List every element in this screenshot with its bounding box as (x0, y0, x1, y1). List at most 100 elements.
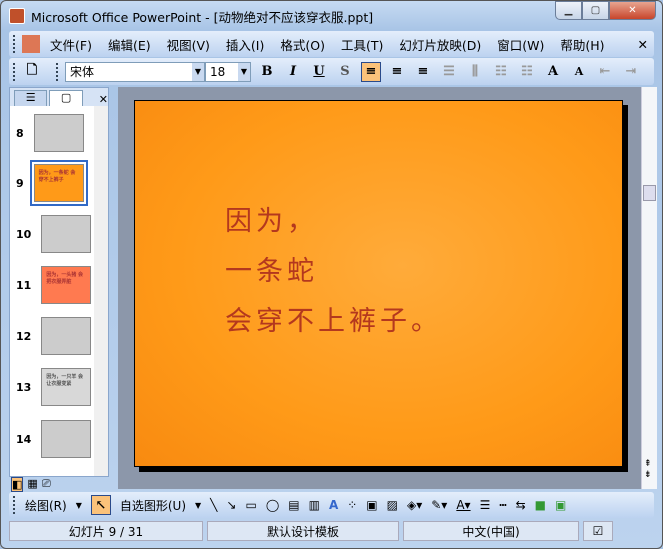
sorter-view-icon[interactable]: ▦ (27, 477, 37, 492)
pane-scrollbar[interactable] (94, 106, 108, 476)
tab-outline[interactable]: ☰ (14, 90, 48, 106)
vertical-textbox-icon[interactable]: ▥ (309, 498, 320, 512)
menu-edit[interactable]: 编辑(E) (108, 35, 151, 54)
slide-thumbnail[interactable]: 13 因为，一只羊 会让衣服变紧 (16, 368, 92, 406)
bullets-icon[interactable]: ☷ (517, 62, 537, 82)
menu-window[interactable]: 窗口(W) (497, 35, 544, 54)
slide-thumb-text: 因为，一只羊 会让衣服变紧 (41, 368, 92, 406)
slide-thumbnail[interactable]: 11 因为，一头猪 会把衣服弄脏 (16, 266, 92, 304)
slide-thumbnail[interactable]: 8 (16, 114, 84, 152)
line-icon[interactable]: ╲ (210, 498, 217, 512)
shadow-icon[interactable]: S (335, 62, 355, 82)
draw-menu[interactable]: 绘图(R) (25, 497, 67, 514)
dash-style-icon[interactable]: ┅ (499, 498, 506, 512)
slide-thumb-text: 因为，一条蛇 会穿不上裤子 (29, 160, 88, 206)
textbox-icon[interactable]: ▤ (288, 498, 299, 512)
slide-thumbnail[interactable]: 10 (16, 215, 92, 253)
new-icon[interactable]: 🗋 (22, 62, 42, 82)
slide-text-line[interactable]: 因为， (225, 199, 318, 238)
italic-icon[interactable]: I (283, 62, 303, 82)
wordart-icon[interactable]: A (329, 498, 338, 512)
align-right-icon[interactable]: ≡ (413, 62, 433, 82)
close-doc-icon[interactable]: ✕ (638, 37, 648, 52)
menu-format[interactable]: 格式(O) (280, 35, 325, 54)
fill-color-icon[interactable]: ◈▾ (407, 498, 422, 512)
slide-text-line[interactable]: 一条蛇 (225, 249, 318, 288)
slide-number: 14 (16, 432, 32, 446)
distribute-icon[interactable]: ☰ (439, 62, 459, 82)
menu-slideshow[interactable]: 幻灯片放映(D) (399, 35, 481, 54)
bold-icon[interactable]: B (257, 62, 277, 82)
menu-bar: 文件(F) 编辑(E) 视图(V) 插入(I) 格式(O) 工具(T) 幻灯片放… (9, 31, 654, 57)
slide-number: 8 (16, 126, 24, 140)
decrease-indent-icon[interactable]: ⇤ (595, 62, 615, 82)
vertical-distribute-icon[interactable]: ⫼ (465, 62, 485, 82)
slideshow-view-icon[interactable]: ⎚ (42, 477, 51, 492)
font-select[interactable]: 宋体 ▼ (65, 61, 205, 82)
view-buttons: ◧ ▦ ⎚ (11, 477, 51, 492)
clipart-icon[interactable]: ▣ (366, 498, 377, 512)
font-value: 宋体 (70, 65, 95, 79)
powerpoint-icon (9, 8, 25, 24)
doc-icon (22, 35, 40, 53)
menu-insert[interactable]: 插入(I) (226, 35, 264, 54)
3d-style-icon[interactable]: ▣ (555, 498, 566, 512)
spelling-icon[interactable]: ☑ (583, 521, 613, 541)
slide-number: 11 (16, 278, 32, 292)
font-size-value: 18 (210, 64, 226, 79)
increase-font-icon[interactable]: A (543, 62, 563, 82)
decrease-font-icon[interactable]: A (569, 62, 589, 82)
animal-image (41, 317, 92, 355)
title-bar: Microsoft Office PowerPoint - [动物绝对不应该穿衣… (9, 6, 373, 26)
normal-view-icon[interactable]: ◧ (11, 477, 24, 492)
oval-icon[interactable]: ◯ (266, 498, 279, 512)
numbering-icon[interactable]: ☷ (491, 62, 511, 82)
maximize-button[interactable]: ▢ (582, 1, 609, 20)
align-center-icon[interactable]: ≡ (387, 62, 407, 82)
slide-thumb-text: 因为，一头猪 会把衣服弄脏 (41, 266, 92, 304)
line-style-icon[interactable]: ☰ (480, 498, 491, 512)
picture-icon[interactable]: ▨ (387, 498, 398, 512)
slide-editing-area: 因为， 一条蛇 会穿不上裤子。 (118, 87, 641, 489)
slide-number: 9 (16, 176, 24, 190)
arrow-style-icon[interactable]: ⇆ (516, 498, 526, 512)
status-slide-number: 幻灯片 9 / 31 (9, 521, 203, 541)
diagram-icon[interactable]: ⁘ (347, 498, 357, 512)
minimize-button[interactable]: ▁ (555, 1, 582, 20)
tab-slides[interactable]: ▢ (49, 90, 83, 106)
arrow-icon[interactable]: ↘ (226, 498, 236, 512)
align-left-icon[interactable]: ≡ (361, 61, 381, 82)
shadow-style-icon[interactable]: ■ (535, 498, 546, 512)
slide-thumbnail[interactable]: 9 因为，一条蛇 会穿不上裤子 (16, 160, 88, 206)
slide-text-line[interactable]: 会穿不上裤子。 (225, 299, 442, 338)
slides-pane: ☰ ▢ ✕ 8 9 因为，一条蛇 会穿不上裤子 10 11 因为，一头猪 会把衣服弄脏 … (9, 87, 109, 477)
increase-indent-icon[interactable]: ⇥ (621, 62, 641, 82)
autoshapes-menu[interactable]: 自选图形(U) (120, 497, 186, 514)
slide-number: 12 (16, 329, 32, 343)
rectangle-icon[interactable]: ▭ (245, 498, 256, 512)
snake-image (41, 215, 92, 253)
animal-image (41, 420, 92, 458)
status-language: 中文(中国) (403, 521, 579, 541)
menu-help[interactable]: 帮助(H) (560, 35, 604, 54)
status-template: 默认设计模板 (207, 521, 399, 541)
slide-thumbnail[interactable]: 14 (16, 420, 92, 458)
menu-view[interactable]: 视图(V) (167, 35, 210, 54)
select-pointer-icon[interactable]: ↖ (90, 495, 111, 515)
window-title: Microsoft Office PowerPoint - [动物绝对不应该穿衣… (31, 9, 374, 25)
drawing-toolbar: 绘图(R) ▼ ↖ 自选图形(U) ▼ ╲ ↘ ▭ ◯ ▤ ▥ A ⁘ ▣ ▨ ◈▾… (9, 492, 654, 518)
line-color-icon[interactable]: ✎▾ (431, 498, 447, 512)
slide-thumbnail[interactable]: 12 (16, 317, 92, 355)
font-size-select[interactable]: 18 ▼ (205, 61, 251, 82)
font-color-icon[interactable]: A▾ (456, 498, 470, 512)
slide-canvas[interactable]: 因为， 一条蛇 会穿不上裤子。 (134, 100, 623, 467)
formatting-toolbar: 🗋 宋体 ▼ 18 ▼ B I U S ≡ ≡ ≡ ☰ ⫼ ☷ ☷ A A ⇤ ⇥ (9, 58, 654, 85)
close-button[interactable]: ✕ (609, 1, 656, 20)
menu-tools[interactable]: 工具(T) (341, 35, 383, 54)
close-pane-icon[interactable]: ✕ (99, 93, 108, 106)
prev-next-slide-icons[interactable]: ⇞ ⇟ (644, 459, 652, 481)
slide-number: 13 (16, 380, 32, 394)
underline-icon[interactable]: U (309, 62, 329, 82)
vertical-scrollbar[interactable]: ⇞ ⇟ (641, 87, 657, 489)
menu-file[interactable]: 文件(F) (50, 35, 92, 54)
